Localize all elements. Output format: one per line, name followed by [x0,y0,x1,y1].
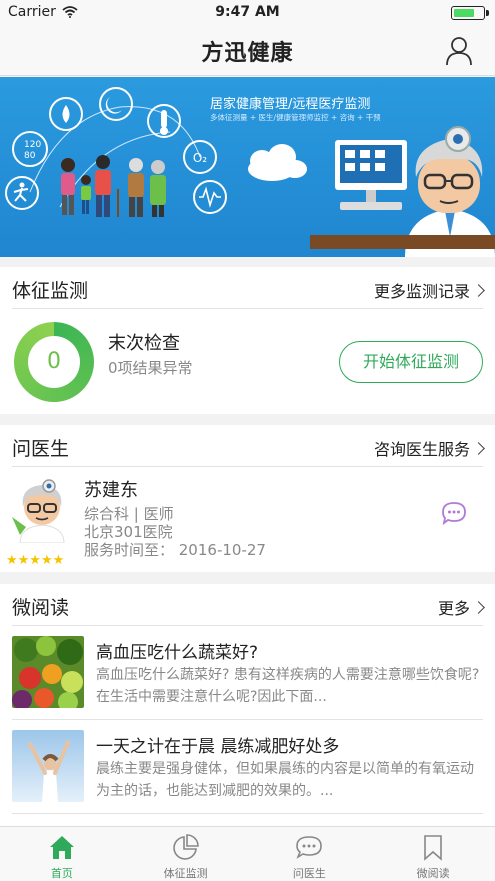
svg-text:120: 120 [24,140,41,150]
doctor-service-period: 服务时间至： 2016-10-27 [84,541,266,559]
morning-exercise-thumbnail [12,730,84,802]
article-title: 高血压吃什么蔬菜好? [96,643,259,663]
ask-doctor-section: 问医生 咨询医生服务 ★★★★★ 苏建东 综合科 | 医师 北京301医院 服务… [0,425,495,572]
banner-title: 居家健康管理/远程医疗监测 [210,97,371,112]
app-title: 方迅健康 [201,41,294,66]
nav-bar: 方迅健康 [0,26,495,76]
chevron-right-icon [472,283,485,297]
doctor-avatar[interactable] [10,477,74,543]
vital-section-title: 体征监测 [12,280,89,302]
svg-text:O₂: O₂ [193,151,207,165]
last-check-result: 0项结果异常 [108,359,193,377]
reading-section-title: 微阅读 [12,597,70,619]
start-monitoring-button[interactable]: 开始体征监测 [339,341,483,383]
banner-subtitle: 多体征测量 + 医生/健康管理师监控 + 咨询 + 干预 [210,113,381,122]
article-description: 高血压吃什么蔬菜好? 患有这样疾病的人需要注意哪些饮食呢?在生活中需要注意什么呢… [96,667,480,705]
vital-section-header: 体征监测 更多监测记录 [12,267,485,309]
tab-label: 首页 [50,867,73,880]
doctor-rating-stars: ★★★★★ [6,553,65,568]
reading-section-header: 微阅读 更多 [12,584,485,626]
tab-ask-doctor[interactable]: 问医生 [248,827,372,881]
bookmark-icon [424,835,442,861]
user-profile-icon[interactable] [445,36,473,66]
more-articles-label: 更多 [437,599,470,618]
doctor-section-header: 问医生 咨询医生服务 [12,425,485,467]
abnormal-count-ring: 0 [14,322,94,402]
consult-doctor-service-link[interactable]: 咨询医生服务 [373,436,485,460]
battery-level [454,9,475,17]
more-articles-link[interactable]: 更多 [437,595,485,619]
article-description: 晨练主要是强身健体，但如果晨练的内容是以简单的有氧运动为主的话，也能达到减肥的效… [96,761,474,799]
status-bar: Carrier 9:47 AM [0,0,495,26]
more-monitoring-records-label: 更多监测记录 [373,282,470,301]
article-item[interactable]: 一天之计在于晨 晨练减肥好处多 晨练主要是强身健体，但如果晨练的内容是以简单的有… [12,720,483,814]
tab-bar: 首页 体征监测 问医生 微阅读 [0,826,495,881]
doctor-name: 苏建东 [84,480,138,501]
pie-chart-icon [172,834,199,860]
vital-monitoring-section: 体征监测 更多监测记录 0 末次检查 0项结果异常 开始体征监测 [0,267,495,414]
svg-text:80: 80 [24,151,36,161]
tab-micro-reading[interactable]: 微阅读 [371,827,495,881]
abnormal-count-value: 0 [28,336,80,388]
chat-bubble-icon[interactable] [441,501,467,525]
doctor-section-title: 问医生 [12,438,70,460]
clock: 9:47 AM [215,4,280,20]
promo-banner[interactable]: O₂ 120 80 居家健康管理/远程医疗监测 多体征测量 + 医生/健康管理师… [0,77,495,257]
battery-icon [451,6,489,20]
tab-label: 微阅读 [416,867,450,880]
article-title: 一天之计在于晨 晨练减肥好处多 [96,737,340,757]
tab-vital-monitoring[interactable]: 体征监测 [124,827,248,881]
vegetables-thumbnail [12,636,84,708]
consult-doctor-service-label: 咨询医生服务 [373,440,470,459]
tab-label: 体征监测 [163,867,208,880]
tab-home[interactable]: 首页 [0,827,124,881]
chevron-right-icon [472,441,485,455]
tab-label: 问医生 [292,867,326,880]
last-check-title: 末次检查 [108,333,180,354]
home-icon [49,836,74,859]
chat-bubble-icon [296,836,323,859]
micro-reading-section: 微阅读 更多 高血压吃什么蔬菜好? 高血压吃什么蔬菜好? 患有这样疾病的人需要注… [0,584,495,826]
article-item[interactable]: 高血压吃什么蔬菜好? 高血压吃什么蔬菜好? 患有这样疾病的人需要注意哪些饮食呢?… [12,626,483,720]
more-monitoring-records-link[interactable]: 更多监测记录 [373,278,485,302]
chevron-right-icon [472,600,485,614]
